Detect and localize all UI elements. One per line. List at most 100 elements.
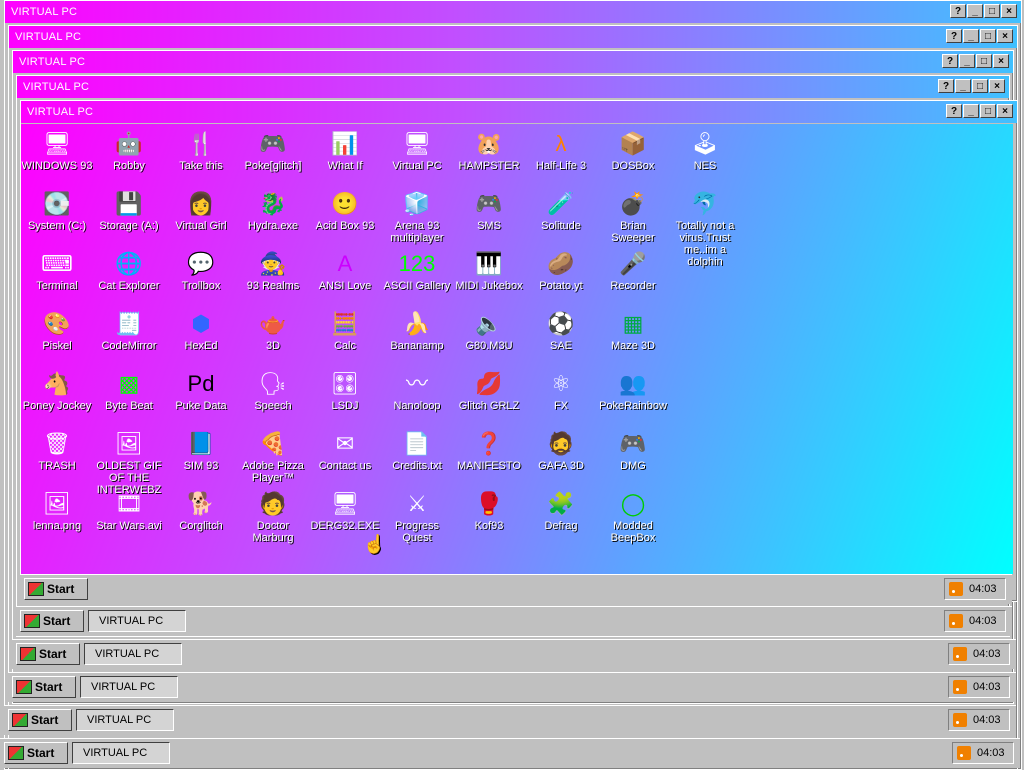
desktop-icon[interactable]: ⚛ FX: [525, 368, 597, 428]
rss-icon[interactable]: [949, 582, 963, 596]
close-button[interactable]: ×: [993, 54, 1009, 68]
desktop-icon[interactable]: A ANSI Love: [309, 248, 381, 308]
desktop-icon[interactable]: ❓ MANIFESTO: [453, 428, 525, 488]
help-button[interactable]: ?: [946, 29, 962, 43]
desktop-icon[interactable]: 🧔 GAFA 3D: [525, 428, 597, 488]
desktop-icon[interactable]: 🥔 Potato.yt: [525, 248, 597, 308]
desktop-icon[interactable]: 🧙 93 Realms: [237, 248, 309, 308]
desktop-icon[interactable]: 📄 Credits.txt: [381, 428, 453, 488]
desktop-icon[interactable]: 🐴 Poney Jockey: [21, 368, 93, 428]
desktop-icon[interactable]: 🗑 TRASH: [21, 428, 93, 488]
close-button[interactable]: ×: [997, 29, 1013, 43]
taskbar-item-virtual-pc[interactable]: VIRTUAL PC: [72, 742, 170, 764]
desktop-icon[interactable]: 🧾 CodeMirror: [93, 308, 165, 368]
desktop-icon[interactable]: 👥 PokeRainbow: [597, 368, 669, 428]
desktop-icon[interactable]: 🧪 Solitude: [525, 188, 597, 248]
desktop-icon[interactable]: 🕹 NES: [669, 128, 741, 188]
desktop-icon[interactable]: 📘 SIM 93: [165, 428, 237, 488]
maximize-button[interactable]: □: [972, 79, 988, 93]
desktop-icon[interactable]: 🧩 Defrag: [525, 488, 597, 548]
rss-icon[interactable]: [953, 713, 967, 727]
minimize-button[interactable]: _: [955, 79, 971, 93]
taskbar-item-virtual-pc[interactable]: VIRTUAL PC: [76, 709, 174, 731]
desktop-icon[interactable]: 🫖 3D: [237, 308, 309, 368]
desktop-icon[interactable]: 123 ASCII Gallery: [381, 248, 453, 308]
desktop-icon[interactable]: 🎮 DMG: [597, 428, 669, 488]
maximize-button[interactable]: □: [984, 4, 1000, 18]
desktop-icon[interactable]: 🐬 Totally not a virus.Trust me..im a dolp…: [669, 188, 741, 268]
desktop-icon[interactable]: ⚽ SAE: [525, 308, 597, 368]
desktop-icon[interactable]: ▩ Byte Beat: [93, 368, 165, 428]
desktop-icon[interactable]: ⌨ Terminal: [21, 248, 93, 308]
desktop-icon[interactable]: 🐹 HAMPSTER: [453, 128, 525, 188]
desktop-icon[interactable]: 🎮 SMS: [453, 188, 525, 248]
start-button[interactable]: Start: [12, 676, 76, 698]
desktop-icon[interactable]: 🎤 Recorder: [597, 248, 669, 308]
desktop-icon[interactable]: 🍴 Take this: [165, 128, 237, 188]
desktop-icon[interactable]: 🍕 Adobe Pizza Player™: [237, 428, 309, 488]
desktop-icon[interactable]: 🎛 LSDJ: [309, 368, 381, 428]
desktop-icon[interactable]: 💣 Brian Sweeper: [597, 188, 669, 248]
desktop-icon[interactable]: 🐉 Hydra.exe: [237, 188, 309, 248]
window-3-titlebar[interactable]: VIRTUAL PC ? _ □ ×: [13, 51, 1013, 73]
minimize-button[interactable]: _: [963, 29, 979, 43]
desktop-icon[interactable]: 🖥 Virtual PC: [381, 128, 453, 188]
desktop-icon[interactable]: 🤖 Robby: [93, 128, 165, 188]
desktop-icon[interactable]: 🖼 OLDEST GIF OF THE INTERWEBZ: [93, 428, 165, 496]
desktop-icon[interactable]: λ Half-Life 3: [525, 128, 597, 188]
desktop-icon[interactable]: 🙂 Acid Box 93: [309, 188, 381, 248]
desktop-icon[interactable]: 🎨 Piskel: [21, 308, 93, 368]
taskbar-item-virtual-pc[interactable]: VIRTUAL PC: [84, 643, 182, 665]
desktop-icon[interactable]: 🎞 Star Wars.avi: [93, 488, 165, 548]
desktop-icon[interactable]: 💬 Trollbox: [165, 248, 237, 308]
window-2-titlebar[interactable]: VIRTUAL PC ? _ □ ×: [9, 26, 1017, 48]
close-button[interactable]: ×: [1001, 4, 1017, 18]
help-button[interactable]: ?: [942, 54, 958, 68]
window-1-titlebar[interactable]: VIRTUAL PC ? _ □ ×: [5, 1, 1021, 23]
desktop-icon[interactable]: 🖼 lenna.png: [21, 488, 93, 548]
desktop-icon[interactable]: ✉ Contact us: [309, 428, 381, 488]
start-button[interactable]: Start: [16, 643, 80, 665]
desktop-icon[interactable]: 🖥 WINDOWS 93: [21, 128, 93, 188]
desktop-icon[interactable]: 🧑 Doctor Marburg: [237, 488, 309, 548]
window-5-titlebar[interactable]: VIRTUAL PC ? _ □ ×: [21, 101, 1017, 123]
desktop-icon[interactable]: 💽 System (C:): [21, 188, 93, 248]
desktop-icon[interactable]: 👩 Virtual Girl: [165, 188, 237, 248]
rss-icon[interactable]: [953, 680, 967, 694]
desktop-icon[interactable]: 🎹 MIDI Jukebox: [453, 248, 525, 308]
start-button[interactable]: Start: [20, 610, 84, 632]
desktop-icon[interactable]: ⬢ HexEd: [165, 308, 237, 368]
desktop[interactable]: 🖥 WINDOWS 93 🤖 Robby 🍴 Take this 🎮 Poke[glitch]…: [21, 124, 1013, 574]
maximize-button[interactable]: □: [980, 104, 996, 118]
desktop-icon[interactable]: 🐕 Corglitch: [165, 488, 237, 548]
taskbar-item-virtual-pc[interactable]: VIRTUAL PC: [88, 610, 186, 632]
desktop-icon[interactable]: Pd Puke Data: [165, 368, 237, 428]
rss-icon[interactable]: [949, 614, 963, 628]
window-4-titlebar[interactable]: VIRTUAL PC ? _ □ ×: [17, 76, 1009, 98]
desktop-icon[interactable]: 🔈 G80.M3U: [453, 308, 525, 368]
desktop-icon[interactable]: 🗣 Speech: [237, 368, 309, 428]
close-button[interactable]: ×: [997, 104, 1013, 118]
desktop-icon[interactable]: 📊 What If: [309, 128, 381, 188]
help-button[interactable]: ?: [950, 4, 966, 18]
maximize-button[interactable]: □: [976, 54, 992, 68]
desktop-icon[interactable]: 〰 Nanoloop: [381, 368, 453, 428]
desktop-icon[interactable]: 🧊 Arena 93 multiplayer: [381, 188, 453, 248]
desktop-icon[interactable]: ◯ Modded BeepBox: [597, 488, 669, 548]
minimize-button[interactable]: _: [967, 4, 983, 18]
desktop-icon[interactable]: 🧮 Calc: [309, 308, 381, 368]
desktop-icon[interactable]: 💾 Storage (A:): [93, 188, 165, 248]
desktop-icon[interactable]: ⚔ Progress Quest: [381, 488, 453, 548]
desktop-icon[interactable]: 🌐 Cat Explorer: [93, 248, 165, 308]
start-button[interactable]: Start: [24, 578, 88, 600]
desktop-icon[interactable]: 🥊 Kof93: [453, 488, 525, 548]
maximize-button[interactable]: □: [980, 29, 996, 43]
rss-icon[interactable]: [953, 647, 967, 661]
desktop-icon[interactable]: ▦ Maze 3D: [597, 308, 669, 368]
desktop-icon[interactable]: 📦 DOSBox: [597, 128, 669, 188]
minimize-button[interactable]: _: [963, 104, 979, 118]
help-button[interactable]: ?: [938, 79, 954, 93]
close-button[interactable]: ×: [989, 79, 1005, 93]
start-button[interactable]: Start: [8, 709, 72, 731]
help-button[interactable]: ?: [946, 104, 962, 118]
